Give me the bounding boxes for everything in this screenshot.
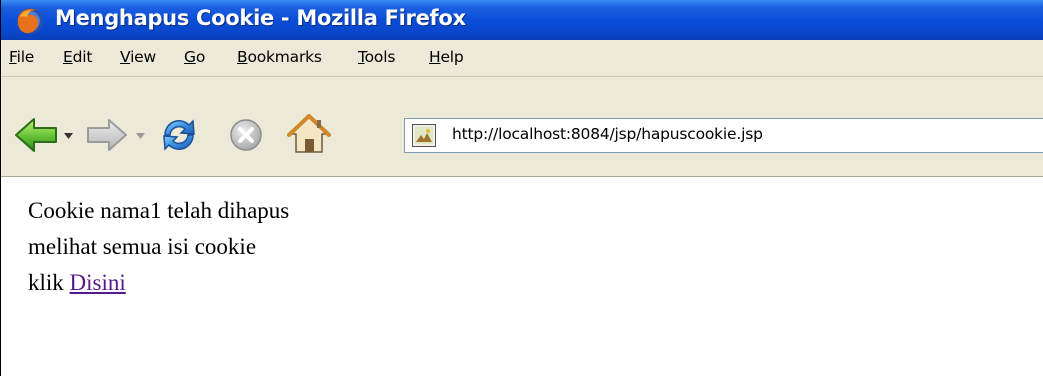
menu-file-accesskey: F — [9, 48, 17, 66]
stop-icon[interactable] — [228, 117, 264, 153]
title-bar[interactable]: Menghapus Cookie - Mozilla Firefox — [1, 0, 1043, 40]
back-arrow-icon[interactable] — [13, 116, 59, 154]
back-dropdown-icon[interactable] — [64, 133, 73, 139]
menu-bookmarks-accesskey: B — [237, 48, 248, 66]
menu-help-accesskey: H — [429, 48, 441, 66]
forward-arrow-icon[interactable] — [85, 117, 129, 153]
menu-go[interactable]: Go — [184, 48, 205, 66]
menu-file-rest: ile — [16, 48, 35, 66]
menu-view-accesskey: V — [120, 48, 131, 66]
browser-window: Menghapus Cookie - Mozilla Firefox File … — [0, 0, 1043, 376]
message-cookie-deleted: Cookie nama1 telah dihapus — [28, 198, 290, 223]
menu-go-accesskey: G — [184, 48, 196, 66]
firefox-logo-icon — [17, 8, 43, 34]
menu-view-rest: iew — [130, 48, 156, 66]
reload-icon[interactable] — [157, 113, 201, 157]
page-favicon-icon — [412, 124, 436, 147]
menu-tools[interactable]: Tools — [358, 48, 395, 66]
menu-tools-rest: ools — [364, 48, 396, 66]
menu-go-rest: o — [195, 48, 206, 66]
forward-dropdown-icon[interactable] — [136, 133, 145, 139]
menu-help-rest: elp — [440, 48, 464, 66]
navigation-toolbar: http://localhost:8084/jsp/hapuscookie.js… — [1, 77, 1043, 177]
menu-edit-accesskey: E — [63, 48, 73, 66]
menu-file[interactable]: File — [9, 48, 34, 66]
address-bar[interactable]: http://localhost:8084/jsp/hapuscookie.js… — [404, 118, 1043, 153]
message-view-all-cookies: melihat semua isi cookie — [28, 234, 257, 259]
page-content: Cookie nama1 telah dihapus melihat semua… — [28, 193, 289, 301]
menu-view[interactable]: View — [120, 48, 156, 66]
home-icon[interactable] — [287, 112, 331, 156]
disini-link[interactable]: Disini — [70, 270, 126, 295]
click-prefix: klik — [28, 270, 70, 295]
menu-edit-rest: dit — [72, 48, 93, 66]
menu-help[interactable]: Help — [429, 48, 464, 66]
menu-bookmarks-rest: ookmarks — [247, 48, 322, 66]
menu-tools-accesskey: T — [358, 48, 365, 66]
menu-edit[interactable]: Edit — [63, 48, 92, 66]
window-title: Menghapus Cookie - Mozilla Firefox — [55, 6, 466, 30]
menu-bar: File Edit View Go Bookmarks Tools Help — [1, 40, 1043, 76]
url-input[interactable]: http://localhost:8084/jsp/hapuscookie.js… — [452, 125, 763, 143]
menu-bookmarks[interactable]: Bookmarks — [237, 48, 322, 66]
click-here-line: klik Disini — [28, 265, 289, 301]
